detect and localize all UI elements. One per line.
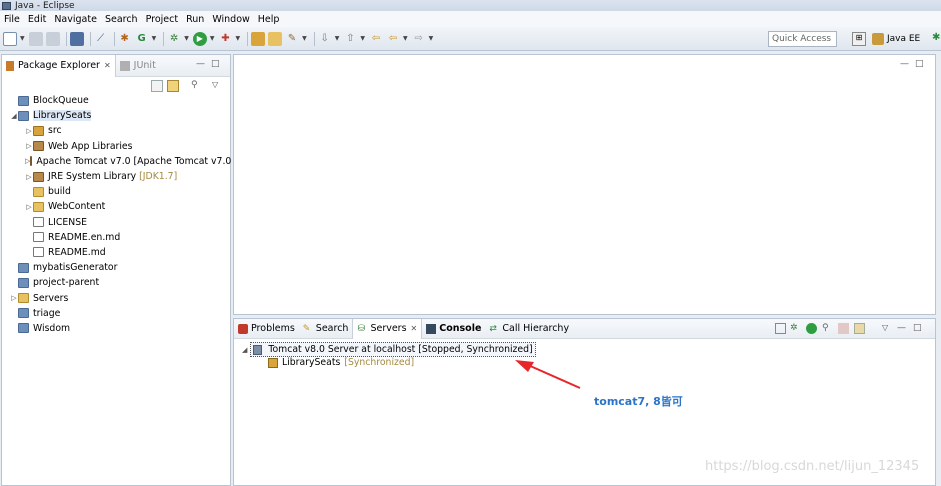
watermark: https://blog.csdn.net/lijun_12345 bbox=[705, 459, 920, 474]
annotation-arrow bbox=[515, 360, 581, 389]
annotation-arrow-shaft bbox=[527, 364, 581, 389]
annotation-text: tomcat7, 8皆可 bbox=[594, 395, 683, 408]
annotation-arrow-head bbox=[515, 360, 534, 372]
